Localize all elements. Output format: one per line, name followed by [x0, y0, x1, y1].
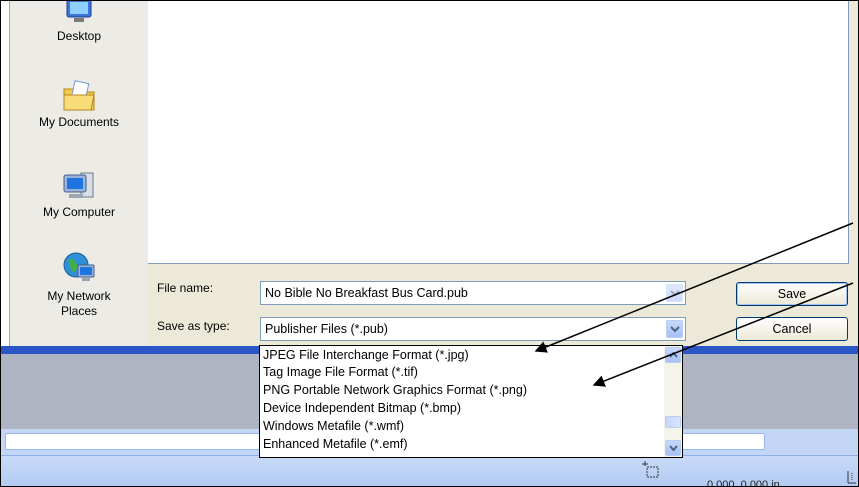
- list-item[interactable]: Enhanced Metafile (*.emf): [263, 436, 408, 452]
- screenshot-frame: Desktop My Documents My Computer My Netw…: [0, 0, 859, 487]
- chevron-down-icon: [670, 290, 680, 297]
- file-name-value: No Bible No Breakfast Bus Card.pub: [265, 286, 468, 300]
- chevron-up-icon: [669, 352, 678, 358]
- place-label: My Computer: [42, 205, 116, 219]
- save-as-type-value: Publisher Files (*.pub): [265, 322, 388, 336]
- save-as-type-dropdown-button[interactable]: [666, 320, 683, 338]
- dropdown-scrollbar[interactable]: [664, 346, 682, 457]
- file-name-dropdown-button[interactable]: [666, 284, 683, 302]
- position-readout: 0.000, 0.000 in.: [707, 479, 783, 487]
- save-as-type-dropdown-list[interactable]: JPEG File Interchange Format (*.jpg) Tag…: [259, 345, 683, 458]
- place-label: My Documents: [38, 115, 120, 129]
- object-size-icon: [847, 471, 856, 484]
- cancel-button[interactable]: Cancel: [736, 317, 848, 341]
- chevron-down-icon: [669, 445, 678, 451]
- file-name-label: File name:: [157, 281, 214, 295]
- list-item[interactable]: Device Independent Bitmap (*.bmp): [263, 400, 461, 416]
- save-button[interactable]: Save: [736, 282, 848, 306]
- chevron-down-icon: [670, 326, 680, 333]
- place-label: Desktop: [56, 29, 102, 43]
- scroll-down-button[interactable]: [665, 440, 681, 456]
- object-position-icon: [642, 461, 659, 478]
- list-item[interactable]: JPEG File Interchange Format (*.jpg): [263, 347, 469, 363]
- file-list-pane[interactable]: [148, 1, 849, 264]
- list-item[interactable]: Tag Image File Format (*.tif): [263, 364, 418, 380]
- scroll-up-button[interactable]: [665, 347, 681, 363]
- place-my-computer[interactable]: My Computer: [10, 169, 148, 220]
- my-documents-icon: [63, 80, 95, 111]
- place-desktop[interactable]: Desktop: [10, 1, 148, 44]
- file-name-field[interactable]: No Bible No Breakfast Bus Card.pub: [260, 281, 686, 305]
- save-as-type-label: Save as type:: [157, 319, 230, 333]
- places-bar: Desktop My Documents My Computer My Netw…: [9, 1, 149, 346]
- list-item[interactable]: Windows Metafile (*.wmf): [263, 418, 404, 434]
- scroll-thumb[interactable]: [665, 416, 681, 428]
- list-item[interactable]: PNG Portable Network Graphics Format (*.…: [263, 382, 527, 398]
- save-as-type-select[interactable]: Publisher Files (*.pub): [260, 317, 686, 341]
- place-label: My Network Places: [47, 289, 111, 318]
- my-computer-icon: [63, 172, 94, 198]
- desktop-icon: [66, 1, 92, 22]
- my-network-places-icon: [63, 252, 95, 281]
- place-my-network-places[interactable]: My Network Places: [10, 251, 148, 319]
- place-my-documents[interactable]: My Documents: [10, 79, 148, 130]
